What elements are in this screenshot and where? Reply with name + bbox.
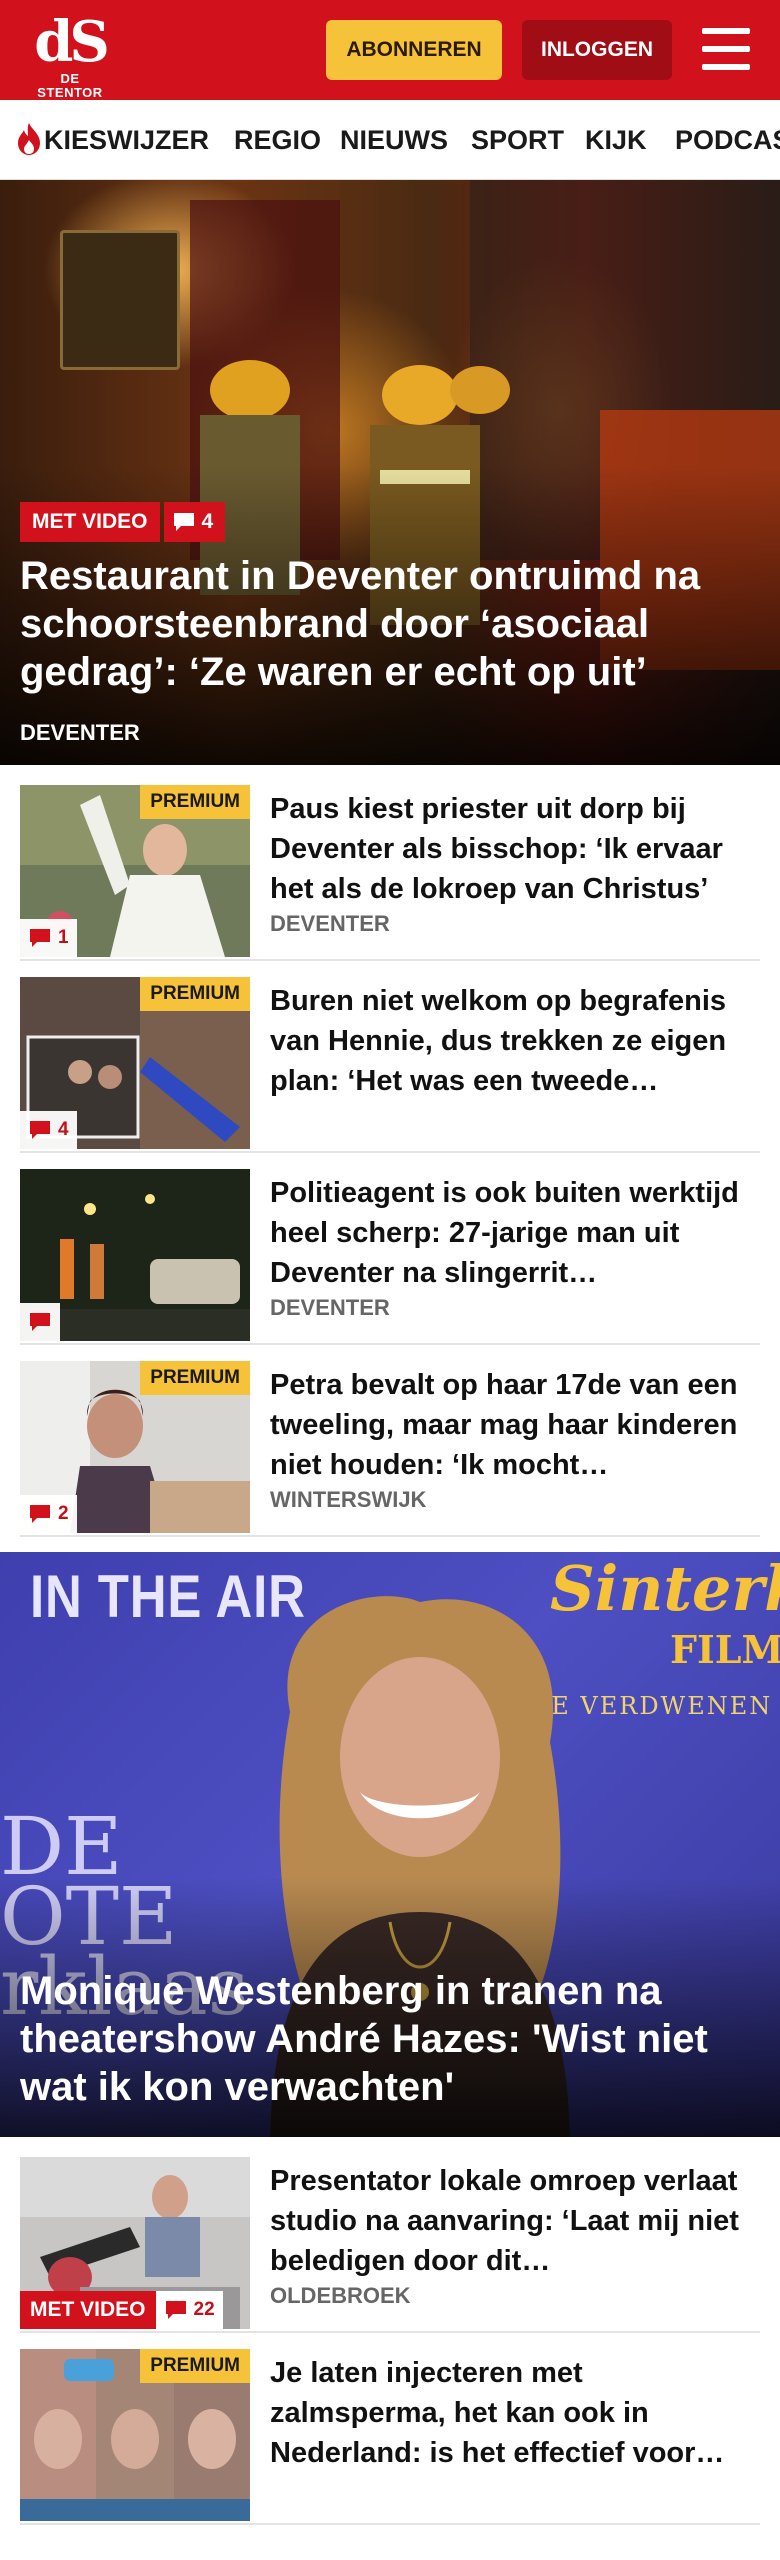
- hero-title[interactable]: Restaurant in Deventer ontruimd na schoo…: [20, 552, 760, 696]
- comment-icon: [30, 1313, 50, 1331]
- nav-item-nieuws[interactable]: NIEUWS: [340, 100, 448, 179]
- nav-item-kijk[interactable]: KIJK: [585, 100, 647, 179]
- site-logo[interactable]: dS DE STENTOR: [28, 9, 112, 100]
- article-category: WINTERSWIJK: [270, 1487, 427, 1512]
- comment-count: [20, 1303, 60, 1341]
- flame-icon: [18, 122, 40, 155]
- article-title[interactable]: Presentator lokale omroep verlaat studio…: [270, 2161, 760, 2281]
- premium-badge: PREMIUM: [140, 785, 250, 819]
- comment-icon: [30, 1505, 50, 1523]
- video-badge: MET VIDEO: [20, 502, 160, 542]
- list-item[interactable]: Politieagent is ook buiten werktijd heel…: [20, 1169, 760, 1345]
- article-category: OLDEBROEK: [270, 2283, 411, 2308]
- comment-count: 4: [163, 502, 226, 542]
- list-item[interactable]: PREMIUM 1 Paus kiest priester uit dorp b…: [20, 785, 760, 961]
- comment-count-value: 4: [201, 510, 214, 533]
- nav-item-kieswijzer[interactable]: KIESWIJZER: [16, 100, 210, 179]
- article-title[interactable]: Buren niet welkom op begrafenis van Henn…: [270, 981, 760, 1101]
- premium-badge: PREMIUM: [140, 977, 250, 1011]
- list-item[interactable]: MET VIDEO 22 Presentator lokale omroep v…: [20, 2157, 760, 2333]
- feature-article[interactable]: IN THE AIR Sinterk FILM DE VERDWENEN V D…: [0, 1552, 780, 2137]
- logo-name: DE STENTOR: [37, 71, 103, 100]
- list-item[interactable]: PREMIUM 4 Buren niet welkom op begrafeni…: [20, 977, 760, 1153]
- nav-item-regio[interactable]: REGIO: [234, 100, 321, 179]
- comment-count: 22: [155, 2291, 223, 2329]
- article-title[interactable]: Petra bevalt op haar 17de van een tweeli…: [270, 1365, 760, 1485]
- feature-title[interactable]: Monique Westenberg in tranen na theaters…: [20, 1967, 760, 2111]
- article-thumbnail: MET VIDEO 22: [20, 2157, 250, 2329]
- article-thumbnail: PREMIUM 4: [20, 977, 250, 1149]
- site-header: dS DE STENTOR ABONNEREN INLOGGEN: [0, 0, 780, 100]
- comment-icon: [173, 513, 194, 531]
- article-thumbnail: [20, 1169, 250, 1341]
- comment-count: 4: [20, 1111, 77, 1149]
- article-title[interactable]: Je laten injecteren met zalmsperma, het …: [270, 2353, 760, 2473]
- comment-count: 2: [20, 1495, 77, 1533]
- article-thumbnail: PREMIUM: [20, 2349, 250, 2521]
- article-thumbnail: PREMIUM 2: [20, 1361, 250, 1533]
- hero-category: DEVENTER: [20, 720, 140, 745]
- premium-badge: PREMIUM: [140, 2349, 250, 2383]
- article-title[interactable]: Politieagent is ook buiten werktijd heel…: [270, 1173, 760, 1293]
- nav-label: KIESWIJZER: [44, 125, 210, 155]
- main-nav: KIESWIJZER REGIO NIEUWS SPORT KIJK PODCA…: [0, 100, 780, 180]
- article-badges: MET VIDEO 22: [20, 2291, 223, 2329]
- login-button[interactable]: INLOGGEN: [522, 20, 672, 80]
- video-badge: MET VIDEO: [20, 2291, 156, 2329]
- nav-item-podcast[interactable]: PODCAS: [675, 100, 780, 179]
- comment-icon: [30, 929, 50, 947]
- menu-icon[interactable]: [700, 26, 752, 72]
- article-thumbnail: PREMIUM 1: [20, 785, 250, 957]
- list-item[interactable]: PREMIUM Je laten injecteren met zalmsper…: [20, 2349, 760, 2525]
- hero-article[interactable]: MET VIDEO 4 Restaurant in Deventer ontru…: [0, 180, 780, 765]
- article-category: DEVENTER: [270, 911, 390, 936]
- feature-image-text: FILM: [670, 1627, 780, 1672]
- subscribe-button[interactable]: ABONNEREN: [326, 20, 502, 80]
- comment-icon: [30, 1121, 50, 1139]
- article-title[interactable]: Paus kiest priester uit dorp bij Devente…: [270, 789, 760, 909]
- comment-count: 1: [20, 919, 77, 957]
- article-category: DEVENTER: [270, 1295, 390, 1320]
- list-item[interactable]: PREMIUM 2 Petra bevalt op haar 17de van …: [20, 1361, 760, 1537]
- hero-badges: MET VIDEO 4: [20, 502, 226, 542]
- comment-icon: [165, 2301, 186, 2319]
- logo-mark: dS: [34, 9, 110, 75]
- premium-badge: PREMIUM: [140, 1361, 250, 1395]
- nav-item-sport[interactable]: SPORT: [471, 100, 564, 179]
